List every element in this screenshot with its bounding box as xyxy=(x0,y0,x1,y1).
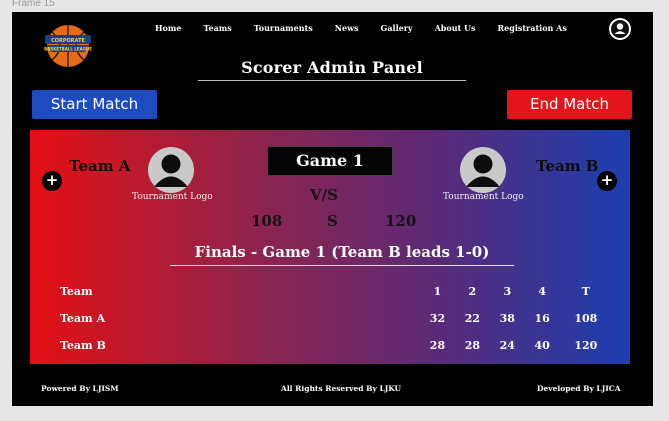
score-separator: S xyxy=(327,212,338,230)
cell-q2: 28 xyxy=(464,339,481,352)
footer-rights: All Rights Reserved By LJKU xyxy=(281,384,402,393)
league-logo[interactable]: CORPORATE BASKETBALL LEAGUE xyxy=(42,19,94,69)
svg-text:BASKETBALL LEAGUE: BASKETBALL LEAGUE xyxy=(44,47,92,52)
cell-total: 120 xyxy=(574,339,598,352)
series-status: Finals - Game 1 (Team B leads 1-0) xyxy=(170,243,514,266)
team-a-score: 108 xyxy=(251,212,283,230)
plus-icon[interactable]: + xyxy=(597,171,617,191)
team-a-name: Team A xyxy=(69,157,131,175)
header-total: T xyxy=(581,285,590,298)
nav-about-us[interactable]: About Us xyxy=(435,23,476,33)
table-row: Team A 32 22 38 16 108 xyxy=(50,305,612,332)
cell-q2: 22 xyxy=(464,312,481,325)
nav-news[interactable]: News xyxy=(335,23,359,33)
nav-teams[interactable]: Teams xyxy=(203,23,231,33)
nav-registration[interactable]: Registration As xyxy=(497,23,566,33)
cell-q3: 24 xyxy=(499,339,515,352)
user-icon[interactable] xyxy=(609,18,631,40)
header-q3: 3 xyxy=(503,285,512,298)
team-b-logo-caption: Tournament Logo xyxy=(443,192,524,202)
header-q2: 2 xyxy=(468,285,477,298)
game-label: Game 1 xyxy=(267,146,393,176)
cell-total: 108 xyxy=(574,312,598,325)
table-header-row: Team 1 2 3 4 T xyxy=(50,278,612,305)
cell-q1: 32 xyxy=(429,312,446,325)
cell-q4: 40 xyxy=(534,339,550,352)
header-q1: 1 xyxy=(433,285,442,298)
team-a-logo-icon[interactable] xyxy=(148,147,194,193)
plus-icon[interactable]: + xyxy=(42,171,62,191)
cell-q1: 28 xyxy=(429,339,446,352)
team-b-logo-icon[interactable] xyxy=(460,147,506,193)
header-team: Team xyxy=(60,285,93,298)
page-title: Scorer Admin Panel xyxy=(198,58,466,81)
cell-q4: 16 xyxy=(534,312,550,325)
start-match-button[interactable]: Start Match xyxy=(32,90,157,119)
cell-q3: 38 xyxy=(499,312,515,325)
svg-text:CORPORATE: CORPORATE xyxy=(51,38,85,44)
main-nav: Home Teams Tournaments News Gallery Abou… xyxy=(155,23,567,33)
app-window: CORPORATE BASKETBALL LEAGUE Home Teams T… xyxy=(12,12,653,406)
nav-home[interactable]: Home xyxy=(155,23,181,33)
row-team-name: Team A xyxy=(60,312,106,325)
frame-label: Frame 15 xyxy=(12,0,55,9)
nav-gallery[interactable]: Gallery xyxy=(381,23,413,33)
score-table: Team 1 2 3 4 T Team A 32 22 38 16 108 Te… xyxy=(50,278,612,359)
header-q4: 4 xyxy=(538,285,546,298)
footer-powered-by: Powered By LJISM xyxy=(41,384,119,393)
nav-tournaments[interactable]: Tournaments xyxy=(254,23,313,33)
table-row: Team B 28 28 24 40 120 xyxy=(50,332,612,359)
versus-label: V/S xyxy=(310,186,338,204)
team-b-score: 120 xyxy=(385,212,417,230)
row-team-name: Team B xyxy=(60,339,106,352)
footer-developed-by: Developed By LJICA xyxy=(537,384,621,393)
team-a-logo-caption: Tournament Logo xyxy=(132,192,213,202)
team-b-name: Team B xyxy=(536,157,599,175)
end-match-button[interactable]: End Match xyxy=(507,90,632,119)
scoreboard: Team A + Tournament Logo Game 1 V/S 108 … xyxy=(30,130,630,364)
